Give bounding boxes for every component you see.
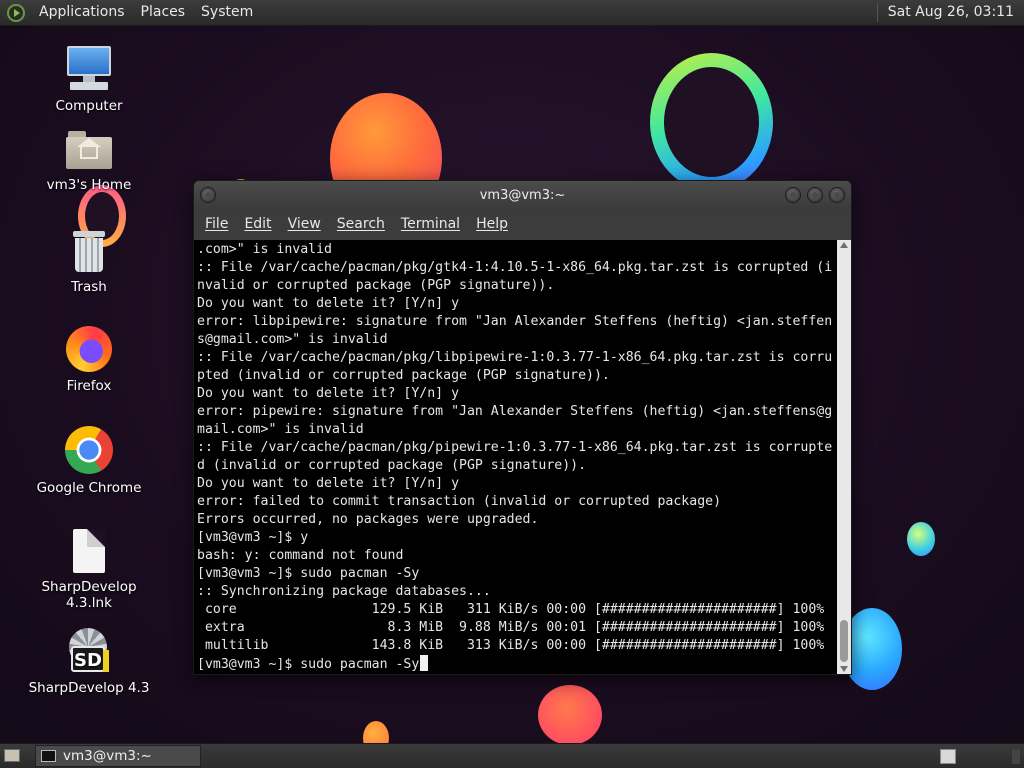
computer-icon [66, 46, 112, 92]
top-panel: Applications Places System Sat Aug 26, 0… [0, 0, 1024, 26]
terminal-line: pted (invalid or corrupted package (PGP … [197, 368, 610, 383]
terminal-line: error: libpipewire: signature from "Jan … [197, 314, 833, 329]
terminal-line: Errors occurred, no packages were upgrad… [197, 512, 539, 527]
trash-icon [71, 229, 107, 273]
terminal-output[interactable]: .com>" is invalid :: File /var/cache/pac… [194, 240, 837, 674]
terminal-line: multilib 143.8 KiB 313 KiB/s 00:00 [####… [197, 638, 825, 653]
terminal-line: error: pipewire: signature from "Jan Ale… [197, 404, 833, 419]
desktop-icon-label: Computer [55, 98, 123, 114]
desktop-icon-label: Google Chrome [36, 480, 142, 496]
menu-edit[interactable]: Edit [236, 210, 279, 239]
desktop-icon-firefox[interactable]: Firefox [24, 326, 154, 394]
menu-file[interactable]: File [197, 210, 236, 239]
terminal-line: :: Synchronizing package databases... [197, 584, 491, 599]
maximize-button[interactable] [807, 187, 823, 203]
taskbar-terminal-button[interactable]: vm3@vm3:~ [35, 745, 201, 767]
desktop-icon-sharpdevelop[interactable]: SD SharpDevelop 4.3 [24, 628, 154, 696]
desktop-icon-sharpdevelop-lnk[interactable]: SharpDevelop 4.3.lnk [24, 529, 154, 611]
menu-places[interactable]: Places [133, 0, 194, 25]
show-desktop-icon[interactable] [4, 749, 20, 762]
window-title: vm3@vm3:~ [479, 188, 566, 203]
menu-applications[interactable]: Applications [31, 0, 133, 25]
panel-clock[interactable]: Sat Aug 26, 03:11 [876, 3, 1024, 22]
terminal-line: :: File /var/cache/pacman/pkg/pipewire-1… [197, 440, 833, 455]
desktop-icon-label: SharpDevelop 4.3.lnk [41, 579, 137, 611]
scroll-down-arrow-icon[interactable] [840, 666, 848, 672]
workspace-switcher-1[interactable] [940, 749, 956, 764]
terminal-line: core 129.5 KiB 311 KiB/s 00:00 [########… [197, 602, 825, 617]
desktop-icon-home[interactable]: vm3's Home [24, 129, 154, 193]
terminal-line: nvalid or corrupted package (PGP signatu… [197, 278, 555, 293]
terminal-line: bash: y: command not found [197, 548, 404, 563]
desktop-icon-trash[interactable]: Trash [24, 229, 154, 295]
menu-system[interactable]: System [193, 0, 261, 25]
terminal-line: :: File /var/cache/pacman/pkg/gtk4-1:4.1… [197, 260, 833, 275]
terminal-line: d (invalid or corrupted package (PGP sig… [197, 458, 587, 473]
terminal-line: [vm3@vm3 ~]$ y [197, 530, 309, 545]
sharpdevelop-icon: SD [67, 628, 111, 674]
menu-help[interactable]: Help [468, 210, 516, 239]
workspace-switcher-2[interactable] [1012, 749, 1020, 764]
menu-search[interactable]: Search [329, 210, 393, 239]
desktop-icon-label: vm3's Home [46, 177, 132, 193]
prompt-text: [vm3@vm3 ~]$ sudo pacman -Sy [197, 657, 420, 672]
terminal-line: [vm3@vm3 ~]$ sudo pacman -Sy [197, 566, 420, 581]
menu-terminal[interactable]: Terminal [393, 210, 468, 239]
terminal-line: Do you want to delete it? [Y/n] y [197, 296, 460, 311]
scrollbar-thumb[interactable] [840, 620, 848, 662]
terminal-line: :: File /var/cache/pacman/pkg/libpipewir… [197, 350, 833, 365]
wallpaper-cyan-blob [907, 522, 935, 556]
firefox-icon [66, 326, 112, 372]
terminal-scrollbar[interactable] [837, 240, 851, 674]
terminal-line: extra 8.3 MiB 9.88 MiB/s 00:01 [########… [197, 620, 825, 635]
window-titlebar[interactable]: vm3@vm3:~ [194, 181, 851, 210]
text-cursor [420, 655, 429, 671]
desktop-icon-label: Firefox [66, 378, 112, 394]
terminal-line: s@gmail.com>" is invalid [197, 332, 388, 347]
wallpaper-pink-blob [538, 685, 602, 745]
terminal-line: error: failed to commit transaction (inv… [197, 494, 722, 509]
desktop-icon-computer[interactable]: Computer [24, 46, 154, 114]
wallpaper-gradient-ring [650, 53, 773, 191]
terminal-line: Do you want to delete it? [Y/n] y [197, 386, 460, 401]
home-folder-icon [66, 129, 112, 171]
terminal-menubar: File Edit View Search Terminal Help [194, 210, 851, 239]
terminal-window: vm3@vm3:~ File Edit View Search Terminal… [193, 180, 852, 675]
distro-logo-icon[interactable] [7, 3, 25, 22]
terminal-line: .com>" is invalid [197, 242, 332, 257]
desktop-icon-chrome[interactable]: Google Chrome [24, 426, 154, 496]
terminal-line: Do you want to delete it? [Y/n] y [197, 476, 460, 491]
terminal-line: mail.com>" is invalid [197, 422, 364, 437]
file-icon [73, 529, 105, 573]
scroll-up-arrow-icon[interactable] [840, 242, 848, 248]
terminal-icon [41, 750, 56, 762]
window-menu-button[interactable] [200, 187, 216, 203]
desktop-icon-label: SharpDevelop 4.3 [28, 680, 150, 696]
terminal-prompt-line[interactable]: [vm3@vm3 ~]$ sudo pacman -Sy [197, 655, 429, 673]
chrome-icon [65, 426, 113, 474]
taskbar-label: vm3@vm3:~ [63, 748, 152, 764]
desktop-icon-label: Trash [71, 279, 107, 295]
close-button[interactable] [829, 187, 845, 203]
menu-view[interactable]: View [280, 210, 329, 239]
bottom-panel: vm3@vm3:~ [0, 743, 1024, 768]
minimize-button[interactable] [785, 187, 801, 203]
